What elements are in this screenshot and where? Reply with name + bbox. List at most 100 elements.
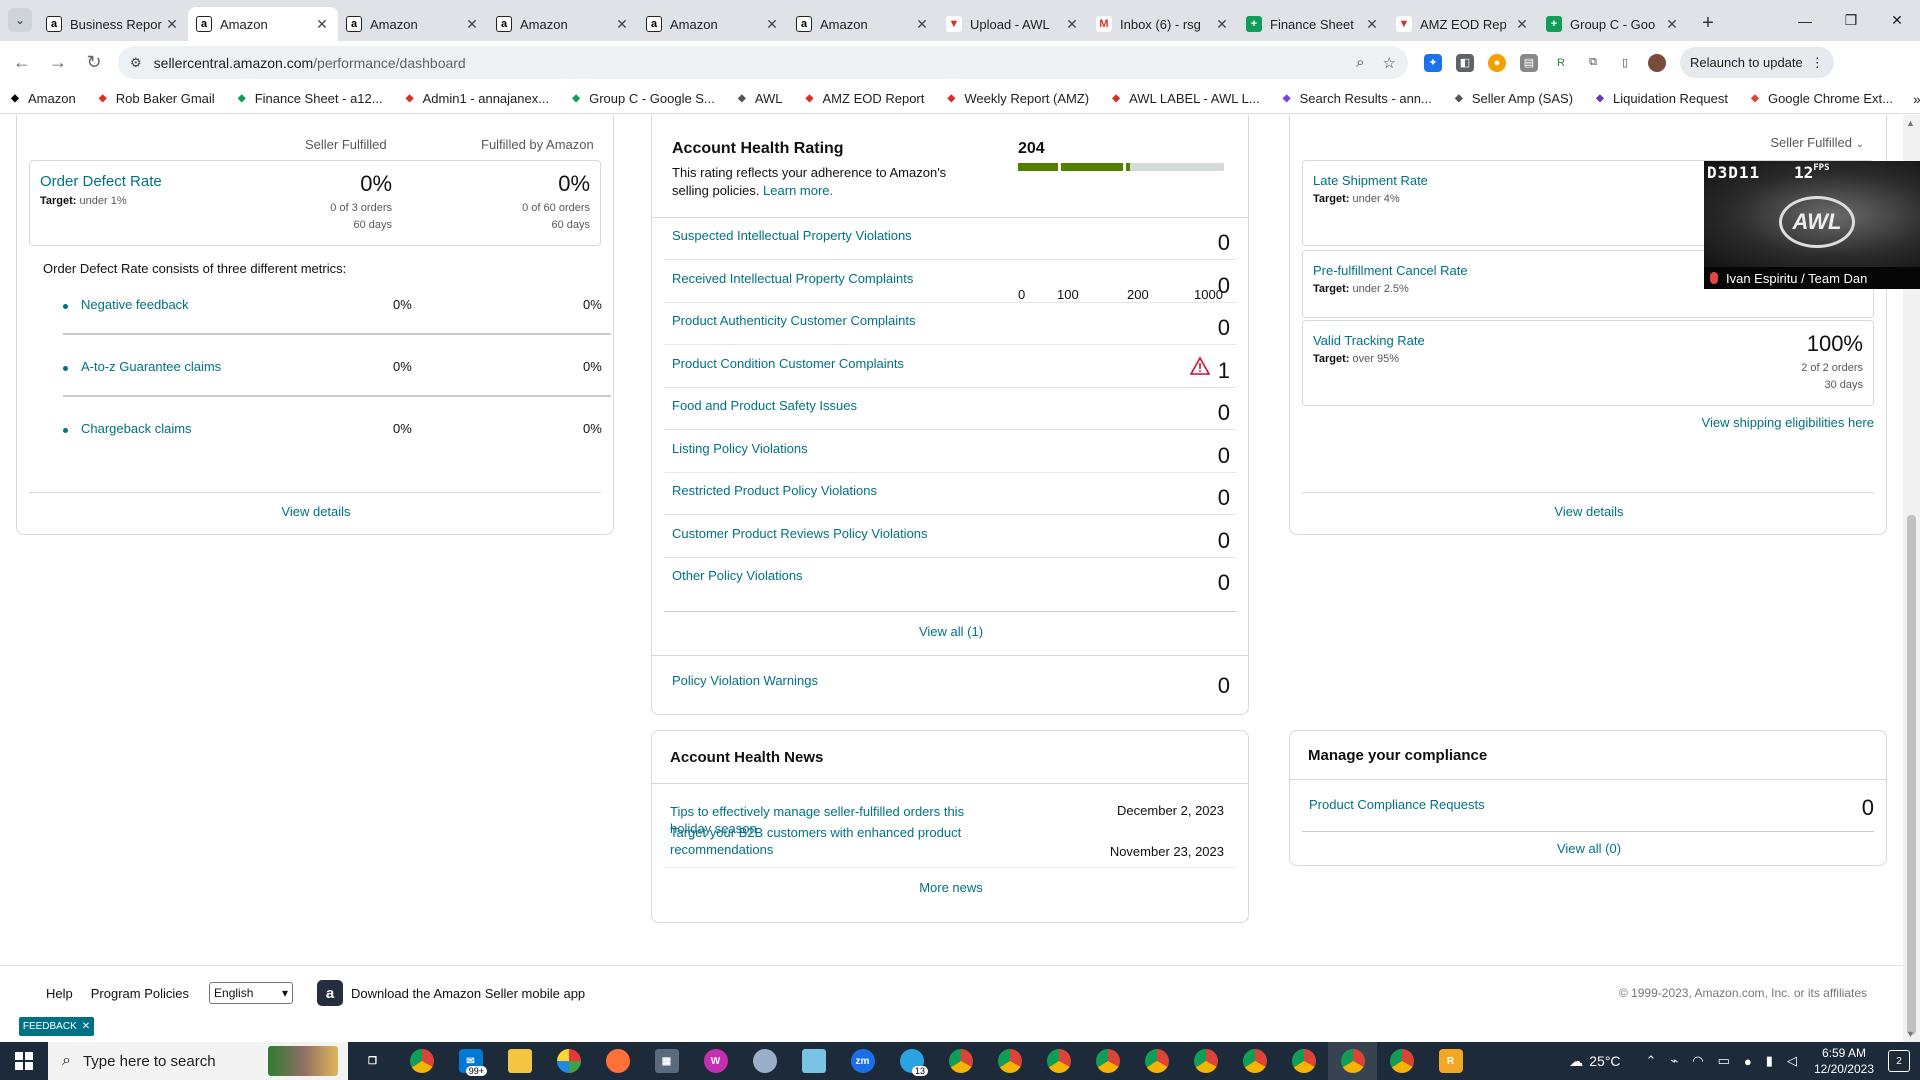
extension-1-icon[interactable]: ✦ [1424,53,1442,72]
violation-link[interactable]: Food and Product Safety Issues [672,398,857,413]
bookmark-item[interactable]: ◆ Amazon [8,91,76,106]
minimize-icon[interactable]: — [1782,13,1828,29]
browser-tab[interactable]: a Amazon ✕ [338,7,488,41]
back-button[interactable]: ← [8,49,36,77]
taskbar-calculator[interactable]: ▦ [642,1042,691,1080]
taskbar-zoom[interactable]: zm [838,1042,887,1080]
violation-link[interactable]: Other Policy Violations [672,568,803,583]
close-tab-icon[interactable]: ✕ [1514,16,1530,33]
bookmark-item[interactable]: ◆ Google Chrome Ext... [1748,91,1893,106]
feedback-button[interactable]: FEEDBACK ✕ [19,1017,94,1036]
violation-link[interactable]: Listing Policy Violations [672,441,808,456]
violation-link[interactable]: Product Condition Customer Complaints [672,356,904,371]
puzzle-icon[interactable]: ⧉ [1584,54,1602,72]
microphone-icon[interactable]: ● [1744,1054,1752,1069]
more-news-link[interactable]: More news [652,880,1250,895]
program-policies-link[interactable]: Program Policies [91,986,189,1001]
bookmark-item[interactable]: ◆ Seller Amp (SAS) [1452,91,1573,106]
view-details-link[interactable]: View details [17,504,615,519]
bookmark-star-icon[interactable]: ☆ [1383,54,1396,72]
zoom-icon[interactable]: ⌕ [1356,54,1364,72]
close-tab-icon[interactable]: ✕ [1064,16,1080,33]
browser-tab[interactable]: + Finance Sheet ✕ [1238,7,1388,41]
url-input[interactable]: ⚙ sellercentral.amazon.com/performance/d… [118,46,1408,79]
taskbar-chrome[interactable] [1181,1042,1230,1080]
more-bookmarks-icon[interactable]: » [1913,91,1920,107]
close-tab-icon[interactable]: ✕ [1214,16,1230,33]
start-button[interactable] [0,1052,48,1070]
violation-link[interactable]: Received Intellectual Property Complaint… [672,271,913,286]
new-tab-button[interactable]: + [1694,9,1722,37]
close-tab-icon[interactable]: ✕ [464,16,480,33]
forward-button[interactable]: → [44,49,72,77]
browser-tab[interactable]: ▼ AMZ EOD Rep ✕ [1388,7,1538,41]
reload-button[interactable]: ↻ [80,49,108,77]
restore-icon[interactable]: ❐ [1828,12,1874,29]
product-compliance-requests-link[interactable]: Product Compliance Requests [1309,797,1485,812]
browser-tab[interactable]: a Amazon ✕ [188,7,338,41]
browser-tab[interactable]: ▼ Upload - AWL ✕ [938,7,1088,41]
browser-tab[interactable]: M Inbox (6) - rsg ✕ [1088,7,1238,41]
download-app-link[interactable]: Download the Amazon Seller mobile app [351,986,585,1001]
taskbar-chrome[interactable] [1083,1042,1132,1080]
taskbar-chrome[interactable] [1377,1042,1426,1080]
weather-widget[interactable]: ☁ 25°C [1569,1053,1620,1070]
browser-tab[interactable]: a Business Repor ✕ [38,7,188,41]
bookmark-item[interactable]: ◆ AWL [735,91,783,106]
taskbar-firefox[interactable] [593,1042,642,1080]
fulfillment-dropdown[interactable]: Seller Fulfilled ⌄ [1770,135,1864,150]
order-defect-rate-link[interactable]: Order Defect Rate [40,173,162,190]
tab-search-button[interactable]: ⌄ [8,8,32,32]
violation-link[interactable]: Product Authenticity Customer Complaints [672,313,916,328]
bookmark-item[interactable]: ◆ AWL LABEL - AWL L... [1109,91,1259,106]
taskbar-chrome[interactable] [936,1042,985,1080]
bookmark-item[interactable]: ◆ Admin1 - annajanex... [403,91,549,106]
bookmark-item[interactable]: ◆ Weekly Report (AMZ) [944,91,1090,106]
close-tab-icon[interactable]: ✕ [614,16,630,33]
bookmark-item[interactable]: ◆ AMZ EOD Report [803,91,925,106]
taskbar-chrome[interactable] [985,1042,1034,1080]
task-view-button[interactable]: ❐ [348,1042,397,1080]
extension-4-icon[interactable]: ▤ [1520,53,1538,72]
extension-3-icon[interactable]: ● [1488,53,1506,72]
wifi-icon[interactable]: ◠ [1692,1053,1703,1069]
close-tab-icon[interactable]: ✕ [764,16,780,33]
policy-violation-warnings-link[interactable]: Policy Violation Warnings [672,673,818,688]
taskbar-chrome-active[interactable] [1328,1042,1377,1080]
scrollbar-thumb[interactable] [1907,515,1916,1035]
negative-feedback-link[interactable]: Negative feedback [81,297,189,312]
violation-link[interactable]: Suspected Intellectual Property Violatio… [672,228,912,243]
view-all-compliance-link[interactable]: View all (0) [1290,841,1888,856]
shipping-eligibilities-link[interactable]: View shipping eligibilities here [1702,415,1874,430]
view-all-violations-link[interactable]: View all (1) [652,624,1250,639]
valid-tracking-rate-link[interactable]: Valid Tracking Rate [1313,333,1425,348]
scroll-up-icon[interactable]: ▲ [1906,118,1915,128]
close-tab-icon[interactable]: ✕ [314,16,330,33]
battery-icon[interactable]: ▮ [1766,1053,1773,1069]
bookmark-item[interactable]: ◆ Search Results - ann... [1280,91,1432,106]
volume-icon[interactable]: ◁ [1787,1053,1797,1069]
display-icon[interactable]: ▭ [1718,1053,1730,1069]
browser-tab[interactable]: a Amazon ✕ [638,7,788,41]
help-link[interactable]: Help [46,986,73,1001]
taskbar-chat[interactable]: 13 [887,1042,936,1080]
close-tab-icon[interactable]: ✕ [164,16,180,33]
taskbar-explorer[interactable] [495,1042,544,1080]
taskbar-chrome[interactable] [1132,1042,1181,1080]
relaunch-button[interactable]: Relaunch to update ⋮ [1680,47,1834,78]
taskbar-search[interactable]: ⌕ Type here to search [48,1042,348,1080]
close-icon[interactable]: ✕ [82,1021,90,1032]
violation-link[interactable]: Customer Product Reviews Policy Violatio… [672,526,928,541]
taskbar-app[interactable] [544,1042,593,1080]
language-select[interactable]: English ▾ [209,982,294,1004]
bookmark-item[interactable]: ◆ Finance Sheet - a12... [235,91,383,106]
taskbar-chrome[interactable] [397,1042,446,1080]
violation-link[interactable]: Restricted Product Policy Violations [672,483,877,498]
side-panel-icon[interactable]: ▯ [1616,54,1634,72]
bookmark-item[interactable]: ◆ Liquidation Request [1593,91,1728,106]
taskbar-app[interactable]: W [691,1042,740,1080]
browser-tab[interactable]: + Group C - Goo ✕ [1538,7,1688,41]
late-shipment-rate-link[interactable]: Late Shipment Rate [1313,173,1428,188]
close-window-icon[interactable]: ✕ [1874,12,1920,29]
taskbar-app[interactable]: R [1426,1042,1475,1080]
